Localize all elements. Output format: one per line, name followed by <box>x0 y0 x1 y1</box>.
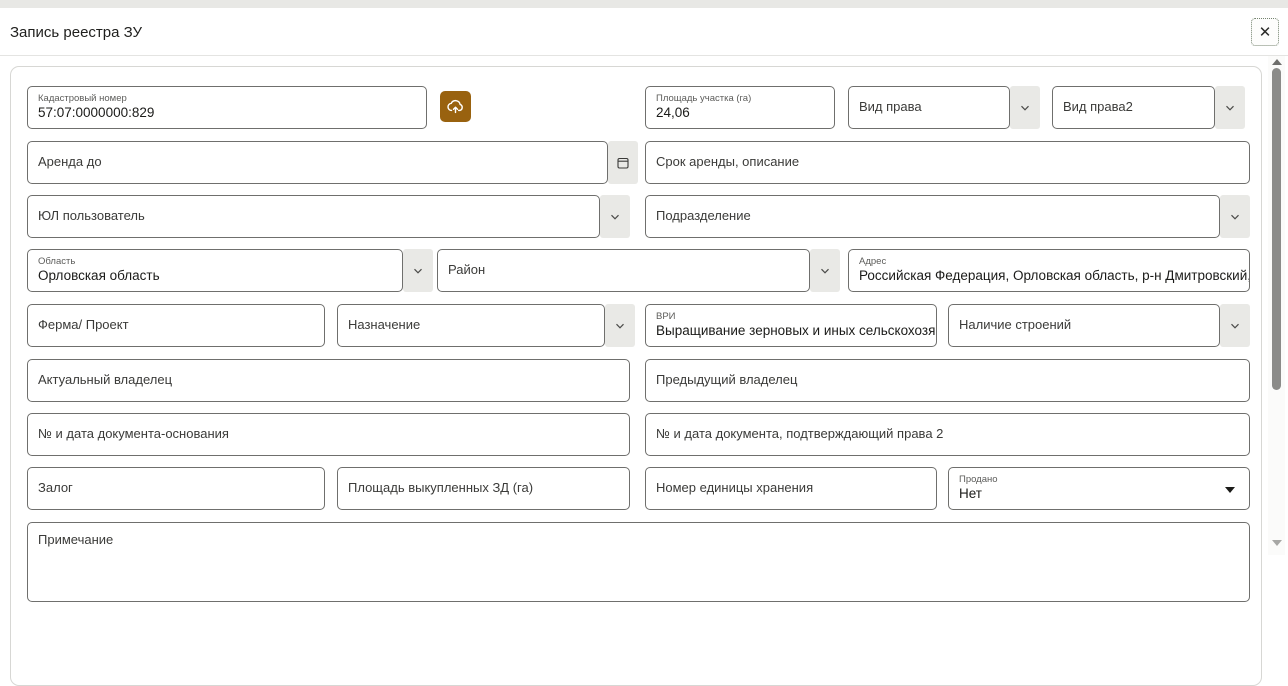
district-placeholder: Район <box>448 262 799 278</box>
purchased-area-placeholder: Площадь выкупленных ЗД (га) <box>348 480 619 496</box>
region-value: Орловская область <box>38 268 392 285</box>
region-dropdown-toggle[interactable] <box>403 249 433 292</box>
cadastral-number-label: Кадастровый номер <box>38 93 416 105</box>
background-page-strip <box>0 0 1288 8</box>
scrollbar-thumb[interactable] <box>1272 68 1281 390</box>
right-kind2-dropdown-toggle[interactable] <box>1215 86 1245 129</box>
purpose-dropdown[interactable]: Назначение <box>337 304 635 347</box>
address-field[interactable]: Адрес Российская Федерация, Орловская об… <box>848 249 1250 292</box>
address-label: Адрес <box>859 256 1239 268</box>
lease-until-datepicker-button[interactable] <box>608 141 638 184</box>
caret-down-icon <box>1225 487 1235 493</box>
sold-value: Нет <box>959 486 1239 503</box>
buildings-placeholder: Наличие строений <box>959 317 1209 333</box>
vri-field[interactable]: ВРИ Выращивание зерновых и иных сельскох… <box>645 304 937 347</box>
division-dropdown[interactable]: Подразделение <box>645 195 1250 238</box>
right-kind-placeholder: Вид права <box>859 99 999 115</box>
vri-label: ВРИ <box>656 311 926 323</box>
chevron-down-icon <box>1229 320 1241 332</box>
vertical-scrollbar[interactable] <box>1268 56 1285 555</box>
chevron-down-icon <box>614 320 626 332</box>
lease-term-placeholder: Срок аренды, описание <box>656 154 1239 170</box>
region-dropdown[interactable]: Область Орловская область <box>27 249 433 292</box>
plot-area-label: Площадь участка (га) <box>656 93 824 105</box>
document-rights2-field[interactable]: № и дата документа, подтверждающий права… <box>645 413 1250 456</box>
right-kind-dropdown[interactable]: Вид права <box>848 86 1040 129</box>
sold-select[interactable]: Продано Нет <box>948 467 1250 510</box>
note-field[interactable]: Примечание <box>27 522 1250 602</box>
current-owner-placeholder: Актуальный владелец <box>38 372 619 388</box>
address-value: Российская Федерация, Орловская область,… <box>859 268 1239 285</box>
chevron-down-icon <box>609 211 621 223</box>
purpose-dropdown-toggle[interactable] <box>605 304 635 347</box>
pledge-field[interactable]: Залог <box>27 467 325 510</box>
close-icon: ✕ <box>1259 23 1272 41</box>
current-owner-field[interactable]: Актуальный владелец <box>27 359 630 402</box>
scrollbar-down-arrow-icon[interactable] <box>1272 540 1282 546</box>
document-basis-placeholder: № и дата документа-основания <box>38 426 619 442</box>
right-kind-dropdown-toggle[interactable] <box>1010 86 1040 129</box>
lease-until-placeholder: Аренда до <box>38 154 597 170</box>
storage-unit-placeholder: Номер единицы хранения <box>656 480 926 496</box>
chevron-down-icon <box>1019 102 1031 114</box>
purchased-area-field[interactable]: Площадь выкупленных ЗД (га) <box>337 467 630 510</box>
legal-user-dropdown-toggle[interactable] <box>600 195 630 238</box>
document-rights2-placeholder: № и дата документа, подтверждающий права… <box>656 426 1239 442</box>
calendar-icon <box>616 156 630 170</box>
vri-value: Выращивание зерновых и иных сельскохозяй… <box>656 323 926 340</box>
division-placeholder: Подразделение <box>656 208 1209 224</box>
storage-unit-field[interactable]: Номер единицы хранения <box>645 467 937 510</box>
cadastral-number-value: 57:07:0000000:829 <box>38 105 416 122</box>
legal-user-placeholder: ЮЛ пользователь <box>38 208 589 224</box>
purpose-placeholder: Назначение <box>348 317 594 333</box>
cloud-upload-icon <box>446 97 465 116</box>
division-dropdown-toggle[interactable] <box>1220 195 1250 238</box>
buildings-dropdown-toggle[interactable] <box>1220 304 1250 347</box>
right-kind2-placeholder: Вид права2 <box>1063 99 1204 115</box>
previous-owner-placeholder: Предыдущий владелец <box>656 372 1239 388</box>
right-kind2-dropdown[interactable]: Вид права2 <box>1052 86 1245 129</box>
legal-user-dropdown[interactable]: ЮЛ пользователь <box>27 195 630 238</box>
close-button[interactable]: ✕ <box>1251 18 1279 46</box>
lease-term-field[interactable]: Срок аренды, описание <box>645 141 1250 184</box>
chevron-down-icon <box>1229 211 1241 223</box>
lease-until-field[interactable]: Аренда до <box>27 141 638 184</box>
chevron-down-icon <box>1224 102 1236 114</box>
cadastral-number-field[interactable]: Кадастровый номер 57:07:0000000:829 <box>27 86 427 129</box>
farm-project-placeholder: Ферма/ Проект <box>38 317 314 333</box>
chevron-down-icon <box>819 265 831 277</box>
pledge-placeholder: Залог <box>38 480 314 496</box>
plot-area-value: 24,06 <box>656 105 824 122</box>
chevron-down-icon <box>412 265 424 277</box>
district-dropdown[interactable]: Район <box>437 249 840 292</box>
buildings-dropdown[interactable]: Наличие строений <box>948 304 1250 347</box>
document-basis-field[interactable]: № и дата документа-основания <box>27 413 630 456</box>
region-label: Область <box>38 256 392 268</box>
sold-label: Продано <box>959 474 1239 486</box>
upload-button[interactable] <box>440 91 471 122</box>
farm-project-field[interactable]: Ферма/ Проект <box>27 304 325 347</box>
plot-area-field[interactable]: Площадь участка (га) 24,06 <box>645 86 835 129</box>
district-dropdown-toggle[interactable] <box>810 249 840 292</box>
note-placeholder: Примечание <box>38 532 1239 548</box>
previous-owner-field[interactable]: Предыдущий владелец <box>645 359 1250 402</box>
scrollbar-up-arrow-icon[interactable] <box>1272 59 1282 65</box>
header-divider <box>0 55 1288 56</box>
dialog-title: Запись реестра ЗУ <box>10 24 142 41</box>
